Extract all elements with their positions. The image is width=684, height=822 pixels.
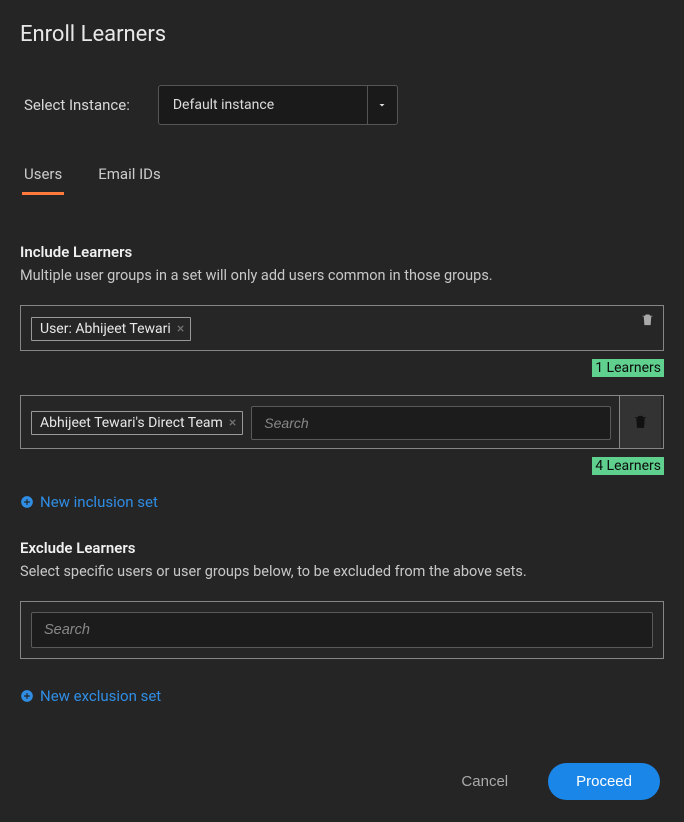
include-title: Include Learners	[20, 243, 664, 261]
exclude-set-box[interactable]	[20, 601, 664, 659]
footer: Cancel Proceed	[20, 763, 664, 800]
instance-select[interactable]: Default instance	[158, 85, 398, 125]
proceed-button[interactable]: Proceed	[548, 763, 660, 800]
tab-email-ids[interactable]: Email IDs	[98, 165, 161, 193]
tag-label: User: Abhijeet Tewari	[40, 321, 171, 337]
exclude-title: Exclude Learners	[20, 539, 664, 557]
exclude-search-input[interactable]	[31, 612, 653, 648]
include-section: Include Learners Multiple user groups in…	[20, 243, 664, 539]
include-set: User: Abhijeet Tewari ×	[20, 305, 664, 351]
close-icon[interactable]: ×	[177, 322, 184, 336]
learner-count-badge: 1 Learners	[592, 359, 664, 377]
new-exclusion-set-link[interactable]: New exclusion set	[20, 687, 161, 705]
user-tag[interactable]: Abhijeet Tewari's Direct Team ×	[31, 411, 243, 435]
link-label: New exclusion set	[40, 687, 161, 705]
include-desc: Multiple user groups in a set will only …	[20, 265, 664, 287]
include-set: Abhijeet Tewari's Direct Team ×	[20, 395, 664, 449]
close-icon[interactable]: ×	[229, 416, 236, 430]
chevron-down-icon[interactable]	[367, 86, 397, 124]
trash-icon[interactable]	[640, 312, 655, 331]
cancel-button[interactable]: Cancel	[461, 773, 508, 790]
user-tag[interactable]: User: Abhijeet Tewari ×	[31, 317, 191, 341]
tag-label: Abhijeet Tewari's Direct Team	[40, 415, 223, 431]
learner-count-row: 4 Learners	[20, 457, 664, 475]
instance-row: Select Instance: Default instance	[24, 85, 664, 125]
new-inclusion-set-link[interactable]: New inclusion set	[20, 493, 158, 511]
instance-label: Select Instance:	[24, 96, 130, 114]
include-search-input[interactable]	[251, 406, 611, 440]
include-set-box[interactable]: Abhijeet Tewari's Direct Team ×	[20, 395, 664, 449]
include-set-box[interactable]: User: Abhijeet Tewari ×	[20, 305, 664, 351]
trash-icon[interactable]	[619, 396, 661, 448]
plus-circle-icon	[20, 495, 34, 509]
learner-count-row: 1 Learners	[20, 359, 664, 377]
tab-users[interactable]: Users	[24, 165, 62, 193]
instance-selected-value: Default instance	[159, 86, 367, 124]
plus-circle-icon	[20, 689, 34, 703]
learner-count-badge: 4 Learners	[592, 457, 664, 475]
exclude-section: Exclude Learners Select specific users o…	[20, 539, 664, 733]
exclude-desc: Select specific users or user groups bel…	[20, 561, 664, 583]
page-title: Enroll Learners	[20, 22, 664, 47]
link-label: New inclusion set	[40, 493, 158, 511]
tabs: Users Email IDs	[24, 165, 664, 193]
